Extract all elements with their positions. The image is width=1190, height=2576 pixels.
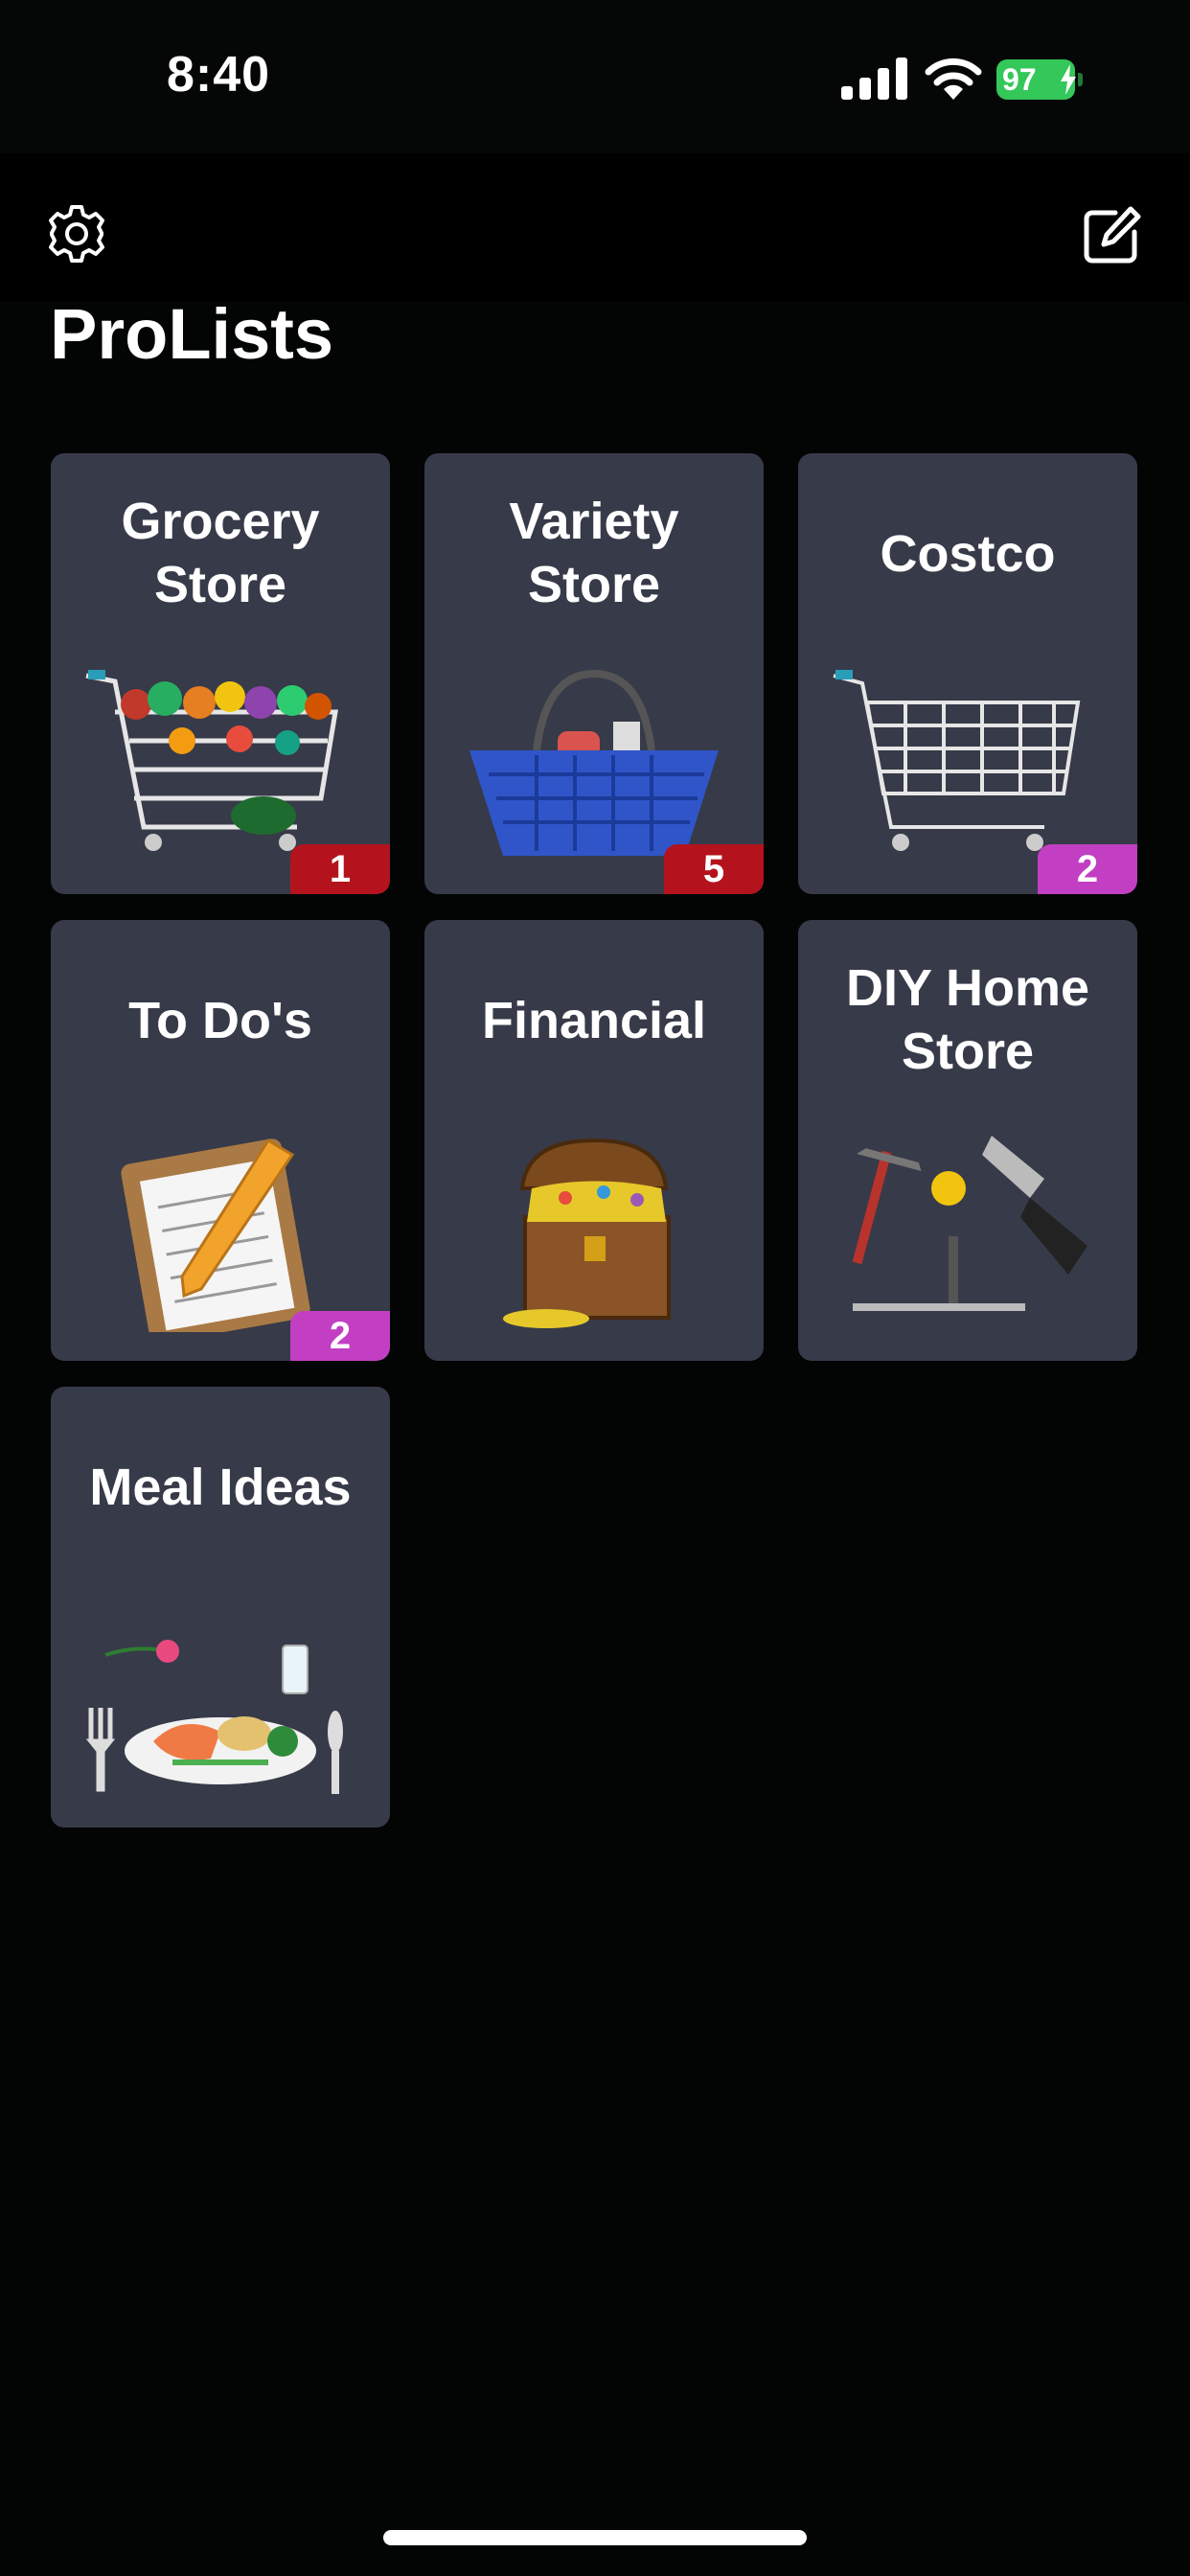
list-tile-variety-store[interactable]: Variety Store 5 bbox=[424, 453, 764, 894]
list-tile-costco[interactable]: Costco 2 bbox=[798, 453, 1137, 894]
nav-bar bbox=[0, 153, 1190, 301]
meal-plate-icon bbox=[85, 1640, 343, 1794]
battery-nub bbox=[1078, 73, 1083, 86]
gear-icon[interactable] bbox=[46, 203, 107, 264]
home-indicator[interactable] bbox=[383, 2530, 807, 2545]
list-tile-to-dos[interactable]: To Do's 2 bbox=[51, 920, 390, 1361]
count-badge: 2 bbox=[290, 1311, 390, 1361]
list-tile-title: To Do's bbox=[128, 992, 312, 1049]
list-tile-grocery-store[interactable]: Grocery Store 1 bbox=[51, 453, 390, 894]
status-bar: 8:40 97 bbox=[0, 0, 1190, 153]
signal-icon bbox=[841, 58, 907, 100]
shopping-basket-icon bbox=[469, 669, 719, 856]
list-tile-financial[interactable]: Financial bbox=[424, 920, 764, 1361]
list-tile-title: Grocery Store bbox=[121, 493, 320, 613]
list-tile-title: Financial bbox=[481, 992, 707, 1049]
tools-icon bbox=[852, 1136, 1087, 1311]
count-badge: 2 bbox=[1038, 844, 1137, 894]
count-badge: 1 bbox=[290, 844, 390, 894]
grocery-cart-icon bbox=[85, 670, 338, 851]
compose-icon[interactable] bbox=[1081, 203, 1144, 266]
page-title: ProLists bbox=[50, 294, 334, 374]
list-tile-title: DIY Home Store bbox=[845, 959, 1090, 1080]
list-tile-meal-ideas[interactable]: Meal Ideas bbox=[51, 1387, 390, 1828]
list-tile-diy-home-store[interactable]: DIY Home Store bbox=[798, 920, 1137, 1361]
status-time: 8:40 bbox=[167, 47, 271, 103]
wifi-icon bbox=[925, 58, 982, 100]
list-tile-title: Variety Store bbox=[509, 493, 679, 613]
charging-bolt-icon bbox=[1061, 64, 1076, 95]
list-tile-title: Costco bbox=[880, 525, 1056, 583]
clipboard-pencil-icon bbox=[121, 1138, 310, 1332]
empty-cart-icon bbox=[833, 670, 1081, 851]
list-tile-title: Meal Ideas bbox=[89, 1459, 352, 1516]
treasure-chest-icon bbox=[503, 1138, 671, 1328]
count-badge: 5 bbox=[664, 844, 764, 894]
battery-icon: 97 bbox=[996, 59, 1083, 100]
